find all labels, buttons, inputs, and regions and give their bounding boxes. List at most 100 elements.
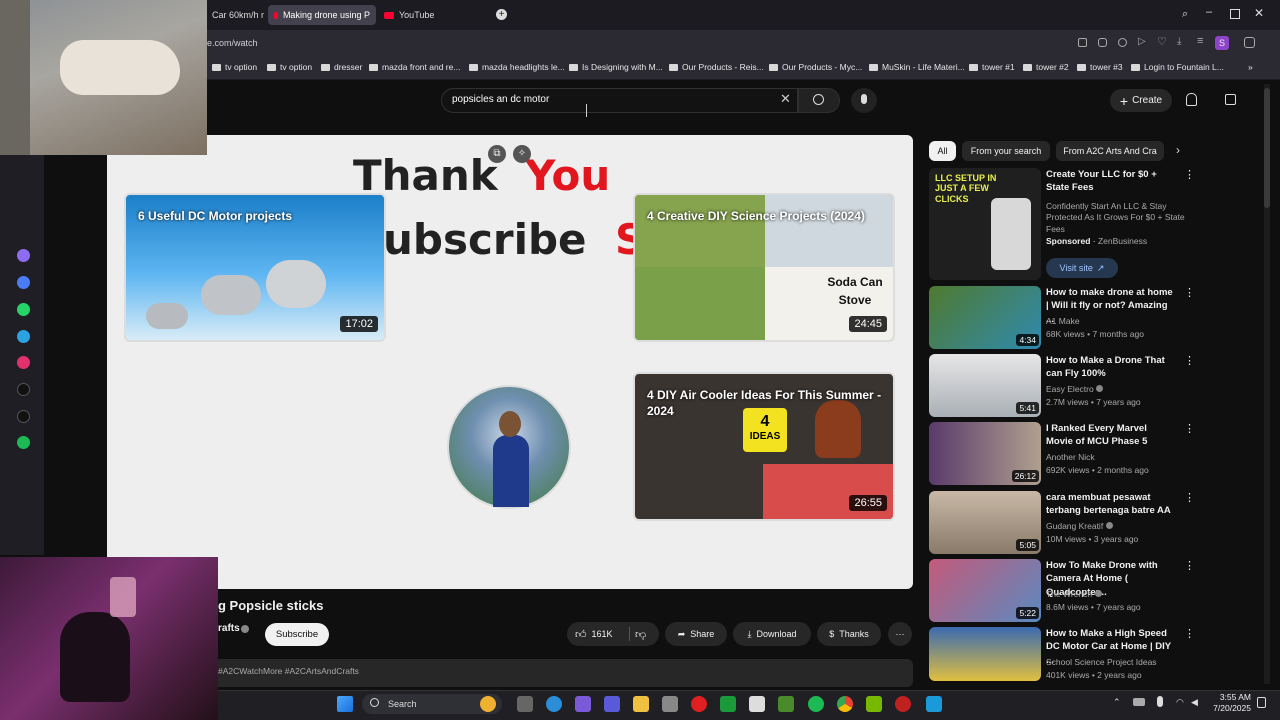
more-vert-icon[interactable]: ⋮ (1184, 627, 1195, 640)
whatsapp-icon[interactable] (17, 303, 30, 316)
subscribe-button[interactable]: Subscribe (265, 623, 329, 646)
bell-icon[interactable] (1186, 93, 1197, 106)
create-button[interactable]: + Create (1110, 89, 1172, 112)
video-player[interactable]: Thank You ubscribe S ⧉ ✧ 6 Useful DC Mot… (107, 135, 913, 589)
tab-car[interactable]: Car 60km/h m (206, 5, 264, 25)
heart-icon[interactable]: ♡ (1157, 35, 1167, 48)
scrollbar[interactable] (1264, 84, 1270, 684)
wifi-icon[interactable]: ◠ (1176, 697, 1184, 708)
more-vert-icon[interactable]: ⋮ (1184, 168, 1195, 181)
game-app-icon[interactable] (895, 696, 911, 712)
profile-icon[interactable]: S (1215, 36, 1229, 50)
bookmark-item[interactable]: Our Products - Myc... (769, 62, 862, 72)
related-video[interactable]: 5:22 How To Make Drone with Camera At Ho… (929, 559, 1195, 622)
description-box[interactable]: #A2CWatchMore #A2CArtsAndCrafts (212, 659, 913, 687)
endscreen-card[interactable]: 4 IDEAS 4 DIY Air Cooler Ideas For This S… (633, 372, 895, 521)
tray-app-icon[interactable] (1133, 698, 1145, 706)
tray-mic-icon[interactable] (1157, 696, 1163, 707)
search-input[interactable]: popsicles an dc motor (441, 88, 798, 113)
chevron-right-icon[interactable]: › (1176, 143, 1180, 157)
clock[interactable]: 3:55 AM 7/20/2025 (1207, 692, 1251, 714)
more-vert-icon[interactable]: ⋮ (1184, 491, 1195, 504)
bookmark-item[interactable]: Our Products - Reis... (669, 62, 764, 72)
miniplayer-icon[interactable]: ⧉ (488, 145, 506, 163)
visit-site-button[interactable]: Visit site ↗ (1046, 258, 1118, 278)
tiktok-icon[interactable] (17, 383, 30, 396)
related-video[interactable]: 5:41 How to Make a Drone That can Fly 10… (929, 354, 1195, 417)
new-tab-icon[interactable]: + (496, 9, 507, 20)
extensions-icon[interactable] (1244, 37, 1255, 48)
download-icon[interactable]: ⤓ (1177, 36, 1181, 47)
spotify-icon[interactable] (17, 436, 30, 449)
thanks-button[interactable]: $ Thanks (817, 622, 881, 646)
instagram-icon[interactable] (17, 356, 30, 369)
screenshot-icon[interactable] (1098, 38, 1107, 47)
scrollbar-thumb[interactable] (1264, 88, 1270, 208)
more-vert-icon[interactable]: ⋮ (1184, 559, 1195, 572)
messenger-icon[interactable] (17, 276, 30, 289)
search-button[interactable] (798, 88, 840, 113)
reader-icon[interactable] (1078, 38, 1087, 47)
speaker-icon[interactable]: ◀ (1191, 697, 1198, 708)
close-window-icon[interactable]: ✕ (1254, 6, 1264, 20)
channel-name[interactable]: rafts (218, 623, 240, 634)
related-video[interactable]: How to Make a High Speed DC Motor Car at… (929, 627, 1195, 683)
bookmark-item[interactable]: Login to Fountain L... (1131, 62, 1224, 72)
hashtags[interactable]: #A2CWatchMore #A2CArtsAndCrafts (218, 666, 359, 676)
maximize-icon[interactable] (1230, 9, 1240, 19)
minimize-icon[interactable]: – (1206, 6, 1212, 18)
channel-avatar[interactable] (447, 385, 571, 509)
tab-drone[interactable]: Making drone using P (268, 5, 376, 25)
tab-youtube[interactable]: YouTube (378, 5, 488, 25)
x-icon[interactable] (17, 410, 30, 423)
endscreen-card[interactable]: 6 Useful DC Motor projects 17:02 (124, 193, 386, 342)
like-count[interactable]: 161K (592, 629, 613, 639)
bookmark-item[interactable]: tower #3 (1077, 62, 1123, 72)
facebook-icon[interactable] (926, 696, 942, 712)
bookmark-item[interactable]: dresser (321, 62, 362, 72)
related-video[interactable]: 26:12 I Ranked Every Marvel Movie of MCU… (929, 422, 1195, 485)
share-button[interactable]: ➦ Share (665, 622, 727, 646)
chip-all[interactable]: All (929, 141, 956, 161)
spotify-icon[interactable] (808, 696, 824, 712)
opera-icon[interactable] (691, 696, 707, 712)
chip-from-channel[interactable]: From A2C Arts And Cra (1056, 141, 1164, 161)
shield-icon[interactable] (1118, 38, 1127, 47)
endscreen-card[interactable]: Soda Can Stove 4 Creative DIY Science Pro… (633, 193, 895, 342)
sparkle-icon[interactable]: ✧ (513, 145, 531, 163)
bookmark-item[interactable]: MuSkin - Life Materi... (869, 62, 965, 72)
menu-icon[interactable]: ≡ (1197, 35, 1203, 47)
bookmark-item[interactable]: Is Designing with M... (569, 62, 663, 72)
app-icon[interactable] (662, 696, 678, 712)
more-vert-icon[interactable]: ⋮ (1184, 422, 1195, 435)
teams-icon[interactable] (604, 696, 620, 712)
nvidia-icon[interactable] (866, 696, 882, 712)
download-button[interactable]: ⤓ Download (733, 622, 811, 646)
minecraft-icon[interactable] (778, 696, 794, 712)
search-tabs-icon[interactable]: ⌕ (1182, 8, 1188, 21)
store-icon[interactable] (749, 696, 765, 712)
more-vert-icon[interactable]: ⋮ (1184, 354, 1195, 367)
voice-search-button[interactable] (851, 88, 877, 113)
bookmark-item[interactable]: tv option (212, 62, 257, 72)
xbox-icon[interactable] (720, 696, 736, 712)
thumbs-down-icon[interactable]: 👎︎ (635, 628, 646, 641)
tray-chevron-icon[interactable]: ⌃ (1113, 697, 1121, 708)
play-icon[interactable]: ▷ (1138, 36, 1146, 47)
bookmark-item[interactable]: tower #1 (969, 62, 1015, 72)
notification-icon[interactable] (1257, 697, 1266, 708)
chip-from-search[interactable]: From your search (962, 141, 1050, 161)
bookmark-item[interactable]: mazda front and re... (369, 62, 460, 72)
telegram-icon[interactable] (17, 330, 30, 343)
start-icon[interactable] (337, 696, 353, 712)
related-video[interactable]: 5:05 cara membuat pesawat terbang berten… (929, 491, 1195, 554)
clear-search-icon[interactable]: ✕ (780, 91, 791, 107)
bookmarks-overflow[interactable]: » (1248, 62, 1253, 72)
ai-icon[interactable] (17, 249, 30, 262)
more-actions-button[interactable]: ··· (888, 622, 912, 646)
bookmark-item[interactable]: mazda headlights le... (469, 62, 565, 72)
sponsored-ad[interactable]: LLC SETUP IN JUST A FEW CLICKS Create Yo… (929, 168, 1195, 280)
task-view-icon[interactable] (517, 696, 533, 712)
more-vert-icon[interactable]: ⋮ (1184, 286, 1195, 299)
bookmark-item[interactable]: tower #2 (1023, 62, 1069, 72)
